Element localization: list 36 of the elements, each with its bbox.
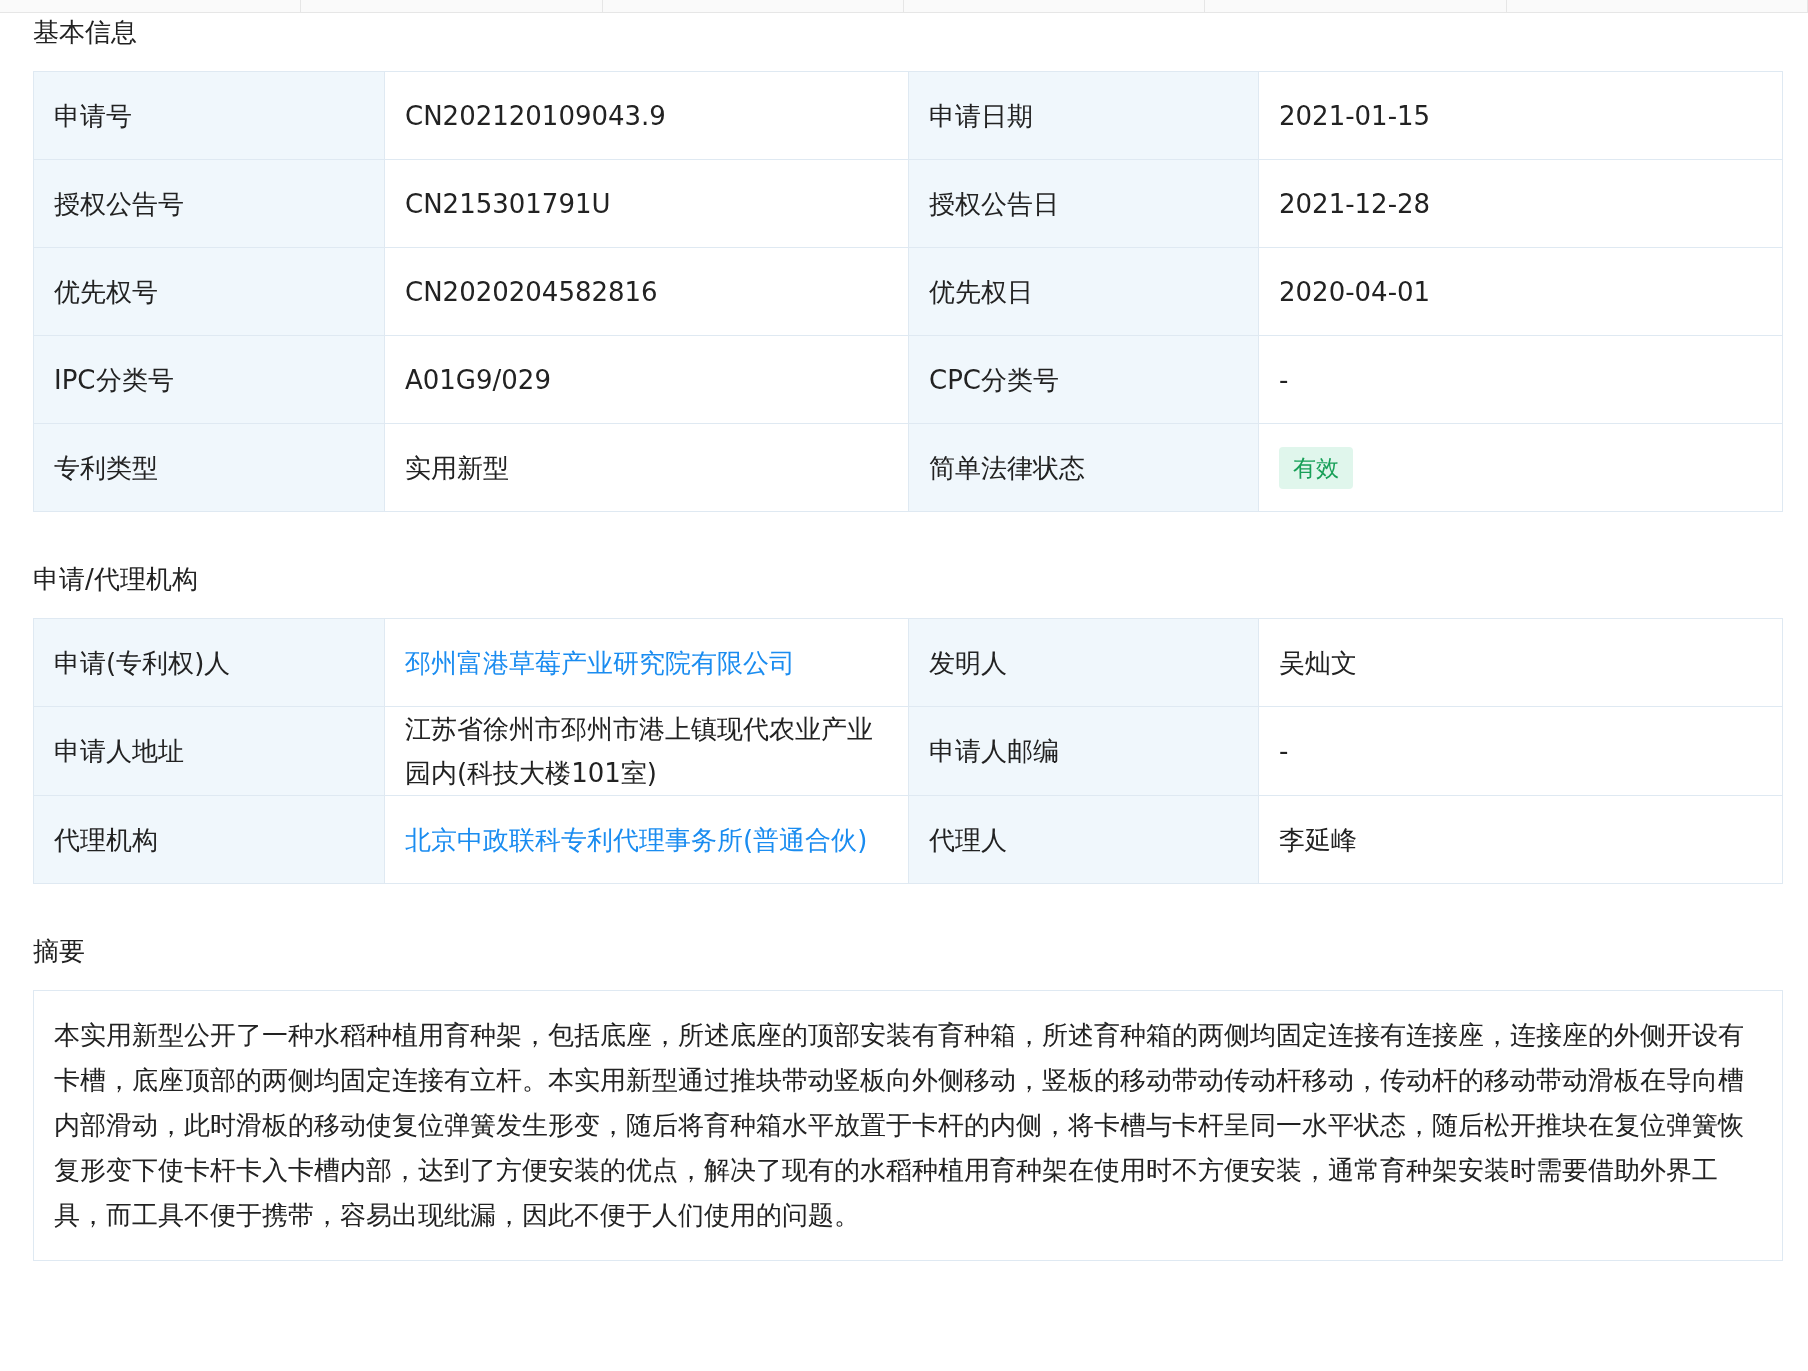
field-label: 申请日期 (909, 72, 1259, 160)
field-value: CN202120109043.9 (405, 99, 666, 133)
company-link[interactable]: 邳州富港草莓产业研究院有限公司 (405, 640, 795, 685)
field-value: CN215301791U (405, 187, 611, 221)
field-label: 专利类型 (34, 424, 385, 512)
field-label: 申请人邮编 (909, 707, 1259, 796)
field-label: 申请人地址 (34, 707, 385, 796)
company-link[interactable]: 北京中政联科专利代理事务所(普通合伙) (405, 817, 868, 862)
field-label: 申请(专利权)人 (34, 619, 385, 707)
field-value: - (1279, 735, 1289, 768)
field-value: 2021-01-15 (1279, 99, 1431, 133)
field-label: 发明人 (909, 619, 1259, 707)
field-label: 简单法律状态 (909, 424, 1259, 512)
field-label: 申请号 (34, 72, 385, 160)
field-label: 代理机构 (34, 796, 385, 884)
field-label: 代理人 (909, 796, 1259, 884)
field-value: 李延峰 (1279, 823, 1357, 857)
field-label: 优先权号 (34, 248, 385, 336)
section-title: 申请/代理机构 (33, 564, 199, 594)
field-value: 实用新型 (405, 451, 509, 485)
field-value: CN2020204582816 (405, 275, 658, 309)
field-value: 2020-04-01 (1279, 275, 1431, 309)
field-value: - (1279, 363, 1289, 397)
abstract-text: 本实用新型公开了一种水稻种植用育种架，包括底座，所述底座的顶部安装有育种箱，所述育种箱的两侧均固定连接有连接座，连接座的外侧开设有卡槽，底座顶部的两侧均固定连接有立杆。本实用新型通过推块带动竖板向外侧移动，竖板的移动带动传动杆移动，传动杆的移动带动滑板在导向槽内部滑动，此时滑板的移动使复位弹簧发生形变，随后将育种箱水平放置于卡杆的内侧，将卡槽与卡杆呈同一水平状态，随后松开推块在复位弹簧恢复形变下使卡杆卡入卡槽内部，达到了方便安装的优点，解决了现有的水稻种植用育种架在使用时不方便安装，通常育种架安装时需要借助外界工具，而工具不便于携带，容易出现纰漏，因此不便于人们使用的问题。 (54, 1020, 1744, 1230)
field-value: 2021-12-28 (1279, 187, 1431, 221)
field-label: IPC分类号 (34, 336, 385, 424)
field-label: CPC分类号 (909, 336, 1259, 424)
field-value: 吴灿文 (1279, 646, 1357, 680)
field-value: 江苏省徐州市邳州市港上镇现代农业产业园内(科技大楼101室) (405, 713, 874, 790)
section-title: 摘要 (33, 936, 86, 966)
field-label: 优先权日 (909, 248, 1259, 336)
section-title: 基本信息 (33, 17, 138, 47)
field-label: 授权公告号 (34, 160, 385, 248)
field-label: 授权公告日 (909, 160, 1259, 248)
field-value: A01G9/029 (405, 363, 551, 397)
status-tag: 有效 (1279, 446, 1353, 489)
